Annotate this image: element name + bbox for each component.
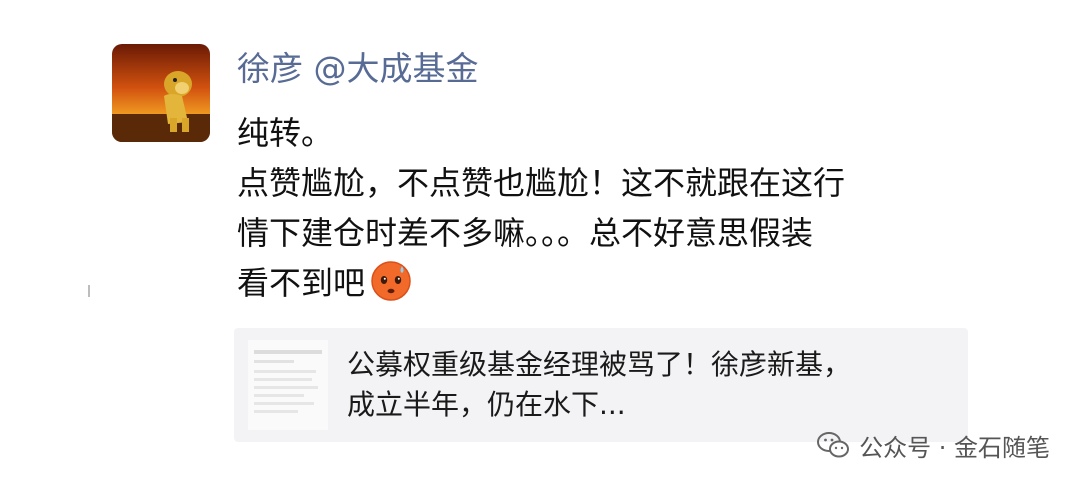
post-line: 情下建仓时差不多嘛。。。总不好意思假装 xyxy=(237,214,814,252)
link-title-line: 公募权重级基金经理被骂了！徐彦新基， xyxy=(347,348,852,381)
watermark-text: 公众号 · 金石随笔 xyxy=(859,433,1050,462)
sweat-face-emoji-icon xyxy=(369,258,413,302)
divider-tick xyxy=(88,285,90,297)
watermark: 公众号 · 金石随笔 xyxy=(817,425,1050,465)
post-line-last: 看不到吧 xyxy=(237,258,997,308)
avatar[interactable] xyxy=(112,44,210,142)
wechat-icon xyxy=(817,431,850,459)
link-title-line: 成立半年，仍在水下... xyxy=(347,388,626,421)
post-line: 点赞尴尬，不点赞也尴尬！这不就跟在这行 xyxy=(237,164,846,202)
post-line: 纯转。 xyxy=(237,114,334,152)
lion-avatar-image xyxy=(112,44,210,142)
post-content: 纯转。 点赞尴尬，不点赞也尴尬！这不就跟在这行 情下建仓时差不多嘛。。。总不好意… xyxy=(237,108,997,308)
author-name[interactable]: 徐彦 @大成基金 xyxy=(237,44,479,94)
shared-link-title[interactable]: 公募权重级基金经理被骂了！徐彦新基， 成立半年，仍在水下... xyxy=(347,345,947,425)
article-thumbnail xyxy=(248,340,328,430)
post-line-text: 看不到吧 xyxy=(237,264,366,302)
